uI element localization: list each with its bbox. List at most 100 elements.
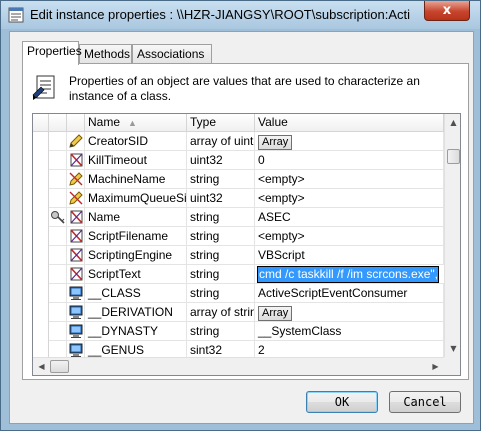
scroll-down-icon[interactable]: ▼: [445, 340, 460, 357]
key-slot: [49, 322, 67, 341]
pencil-property-icon: [67, 132, 85, 151]
key-slot: [49, 284, 67, 303]
striked-property-icon: [67, 151, 85, 170]
grid-header: Name ▲ Type Value: [33, 114, 444, 132]
vertical-scrollbar[interactable]: ▲ ▼: [444, 114, 460, 357]
cancel-button[interactable]: Cancel: [389, 391, 461, 413]
property-value[interactable]: Array: [255, 132, 444, 151]
system-property-icon: [67, 303, 85, 322]
property-type: string: [187, 246, 255, 265]
property-value[interactable]: Array: [255, 303, 444, 322]
property-value[interactable]: ASEC: [255, 208, 444, 227]
table-row[interactable]: __CLASS string ActiveScriptEventConsumer: [33, 284, 444, 303]
script-text-edit-field[interactable]: cmd /c taskkill /f /im scrcons.exe", 0): [257, 266, 439, 283]
property-name: __CLASS: [85, 284, 187, 303]
ok-button[interactable]: OK: [306, 391, 378, 413]
property-name: Name: [85, 208, 187, 227]
row-selector[interactable]: [33, 132, 49, 151]
property-name: ScriptText: [85, 265, 187, 284]
scroll-up-icon[interactable]: ▲: [445, 114, 460, 131]
key-slot: [49, 170, 67, 189]
tab-properties[interactable]: Properties: [22, 41, 82, 65]
property-value[interactable]: <empty>: [255, 227, 444, 246]
row-selector[interactable]: [33, 265, 49, 284]
table-row[interactable]: ScriptText string cmd /c taskkill /f /im…: [33, 265, 444, 284]
scroll-corner: [444, 357, 460, 375]
property-value[interactable]: __SystemClass: [255, 322, 444, 341]
property-type: string: [187, 265, 255, 284]
scroll-right-icon[interactable]: ▶: [427, 358, 444, 375]
table-row[interactable]: Name string ASEC: [33, 208, 444, 227]
table-row[interactable]: ScriptFilename string <empty>: [33, 227, 444, 246]
horizontal-scrollbar[interactable]: ◀ ▶: [33, 357, 444, 375]
property-name: __DERIVATION: [85, 303, 187, 322]
row-selector[interactable]: [33, 284, 49, 303]
table-row[interactable]: __DERIVATION array of string Array: [33, 303, 444, 322]
title-bar[interactable]: Edit instance properties : \\HZR-JIANGSY…: [1, 1, 480, 29]
striked-property-icon: [67, 208, 85, 227]
pencil-property-icon: [67, 170, 85, 189]
row-selector[interactable]: [33, 322, 49, 341]
row-selector[interactable]: [33, 170, 49, 189]
system-property-icon: [67, 284, 85, 303]
key-slot: [49, 303, 67, 322]
property-value[interactable]: ActiveScriptEventConsumer: [255, 284, 444, 303]
row-selector[interactable]: [33, 246, 49, 265]
column-header-name[interactable]: Name ▲: [85, 114, 187, 132]
row-selector[interactable]: [33, 208, 49, 227]
property-value[interactable]: <empty>: [255, 189, 444, 208]
table-row[interactable]: CreatorSID array of uint8 Array: [33, 132, 444, 151]
property-type: string: [187, 227, 255, 246]
key-slot: [49, 227, 67, 246]
property-name: KillTimeout: [85, 151, 187, 170]
key-icon: [49, 208, 67, 227]
property-type: uint32: [187, 151, 255, 170]
key-slot: [49, 265, 67, 284]
table-row[interactable]: ScriptingEngine string VBScript: [33, 246, 444, 265]
property-type: string: [187, 322, 255, 341]
array-button[interactable]: Array: [258, 135, 293, 150]
row-selector[interactable]: [33, 151, 49, 170]
key-slot: [49, 189, 67, 208]
horizontal-scroll-thumb[interactable]: [50, 360, 69, 373]
table-row[interactable]: MachineName string <empty>: [33, 170, 444, 189]
system-property-icon: [67, 322, 85, 341]
property-name: ScriptingEngine: [85, 246, 187, 265]
property-value[interactable]: VBScript: [255, 246, 444, 265]
table-row[interactable]: __DYNASTY string __SystemClass: [33, 322, 444, 341]
row-selector[interactable]: [33, 303, 49, 322]
vertical-scroll-thumb[interactable]: [447, 149, 460, 164]
property-name: CreatorSID: [85, 132, 187, 151]
table-row[interactable]: KillTimeout uint32 0: [33, 151, 444, 170]
scroll-left-icon[interactable]: ◀: [33, 358, 50, 375]
property-type: uint32: [187, 189, 255, 208]
key-slot: [49, 151, 67, 170]
properties-panel: Properties of an object are values that …: [22, 63, 469, 380]
pencil-property-icon: [67, 189, 85, 208]
info-description: Properties of an object are values that …: [69, 74, 420, 103]
tab-associations[interactable]: Associations: [132, 44, 212, 64]
tab-methods[interactable]: Methods: [79, 44, 132, 64]
striked-property-icon: [67, 246, 85, 265]
property-value[interactable]: <empty>: [255, 170, 444, 189]
header-key-col: [49, 114, 67, 132]
property-name: MaximumQueueSize: [85, 189, 187, 208]
property-type: array of uint8: [187, 132, 255, 151]
header-icon-col: [67, 114, 85, 132]
property-sheet-icon: [32, 75, 55, 100]
table-row[interactable]: MaximumQueueSize uint32 <empty>: [33, 189, 444, 208]
sort-ascending-icon: ▲: [128, 118, 137, 128]
column-header-type[interactable]: Type: [187, 114, 255, 132]
row-selector[interactable]: [33, 189, 49, 208]
close-icon: x: [442, 3, 452, 18]
column-header-value[interactable]: Value: [255, 114, 444, 132]
array-button[interactable]: Array: [258, 306, 293, 321]
window-app-icon: [8, 7, 24, 23]
close-button[interactable]: x: [424, 1, 470, 21]
striked-property-icon: [67, 227, 85, 246]
header-select-col: [33, 114, 49, 132]
property-value[interactable]: 0: [255, 151, 444, 170]
row-selector[interactable]: [33, 227, 49, 246]
property-name: __DYNASTY: [85, 322, 187, 341]
properties-grid[interactable]: Name ▲ Type Value CreatorSID array of ui…: [32, 113, 461, 376]
